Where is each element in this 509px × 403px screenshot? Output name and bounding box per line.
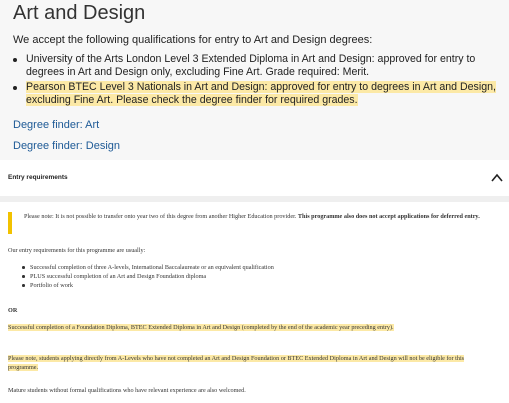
degree-finder-design-link[interactable]: Degree finder: Design [13,140,120,152]
section-title: Entry requirements [8,174,68,181]
bullet-icon [13,58,17,62]
bullet-icon [22,284,25,287]
notice-text: Please note: It is not possible to trans… [24,212,500,221]
entry-requirements-header[interactable]: Entry requirements [0,160,509,196]
list-item: University of the Arts London Level 3 Ex… [0,53,505,79]
qualification-text: University of the Arts London Level 3 Ex… [26,53,476,78]
list-item: Portfolio of work [0,281,274,290]
notice-plain: Please note: It is not possible to trans… [24,213,298,220]
list-item: Pearson BTEC Level 3 Nationals in Art an… [0,81,505,107]
page-title: Art and Design [13,2,146,24]
degree-finder-art-link[interactable]: Degree finder: Art [13,119,99,131]
qualifications-panel: Art and Design We accept the following q… [0,0,509,158]
entry-requirements-section: Entry requirements Please note: It is no… [0,160,509,403]
foundation-text: Successful completion of a Foundation Di… [8,323,494,332]
chevron-up-icon[interactable] [490,172,504,184]
qualification-list: University of the Arts London Level 3 Ex… [0,53,505,109]
bullet-icon [22,275,25,278]
direct-entry-highlight: Please note, students applying directly … [8,355,465,371]
list-item: PLUS successful completion of an Art and… [0,272,274,281]
requirement-text: Portfolio of work [30,282,73,289]
or-label: OR [8,307,18,314]
notice-bold: This programme also does not accept appl… [297,213,480,220]
foundation-highlight: Successful completion of a Foundation Di… [8,324,394,331]
notice-callout: Please note: It is not possible to trans… [8,212,498,234]
requirements-list: Successful completion of three A-levels,… [0,263,274,290]
requirement-text: Successful completion of three A-levels,… [30,264,274,271]
bullet-icon [22,266,25,269]
direct-entry-note: Please note, students applying directly … [8,354,494,372]
qualification-text: Pearson BTEC Level 3 Nationals in Art an… [26,81,496,106]
notice-bar [8,212,12,234]
intro-text: We accept the following qualifications f… [13,34,373,46]
mature-students-text: Mature students without formal qualifica… [8,387,246,394]
bullet-icon [13,86,17,90]
requirements-intro: Our entry requirements for this programm… [8,247,146,254]
requirement-text: PLUS successful completion of an Art and… [30,273,207,280]
list-item: Successful completion of three A-levels,… [0,263,274,272]
divider [0,196,509,202]
